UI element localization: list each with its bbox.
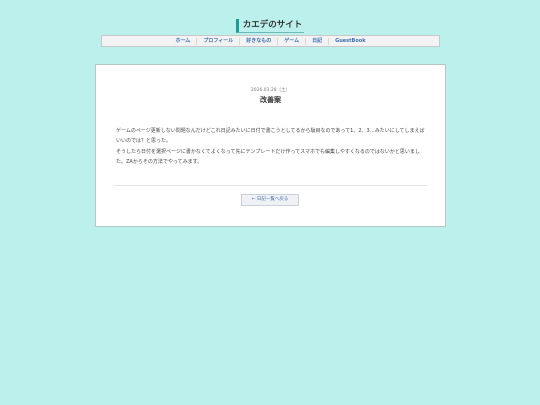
nav-item-diary[interactable]: 日記 (305, 37, 328, 45)
back-to-diary-list-button[interactable]: ← 日記一覧へ戻る (241, 194, 299, 206)
nav-item-favorites[interactable]: 好きなもの (239, 37, 277, 45)
divider (114, 185, 427, 186)
main-nav: ホーム プロフィール 好きなもの ゲーム 日記 GuestBook (101, 35, 440, 47)
post-paragraph: ゲームのページ更新しない問題なんだけどこれ日記みたいに日付で書こうとしてるから駄… (116, 128, 425, 145)
post-title: 改善案 (260, 96, 281, 104)
nav-item-home[interactable]: ホーム (169, 38, 196, 45)
nav-item-guestbook[interactable]: GuestBook (328, 37, 371, 45)
nav-item-profile[interactable]: プロフィール (196, 37, 239, 45)
nav-item-game[interactable]: ゲーム (277, 37, 305, 45)
site-title: カエデのサイト (235, 19, 305, 33)
post-body: ゲームのページ更新しない問題なんだけどこれ日記みたいに日付で書こうとしてるから駄… (116, 126, 427, 167)
site-header: カエデのサイト (0, 12, 540, 33)
post-paragraph: そうしたら日付を選択ページに書かなくてよくなって先にテンプレートだけ作ってスマホ… (116, 148, 420, 165)
post-date: 2026.03.28（土） (250, 88, 291, 93)
diary-entry-card: 2026.03.28（土） 改善案 ゲームのページ更新しない問題なんだけどこれ日… (95, 64, 446, 227)
